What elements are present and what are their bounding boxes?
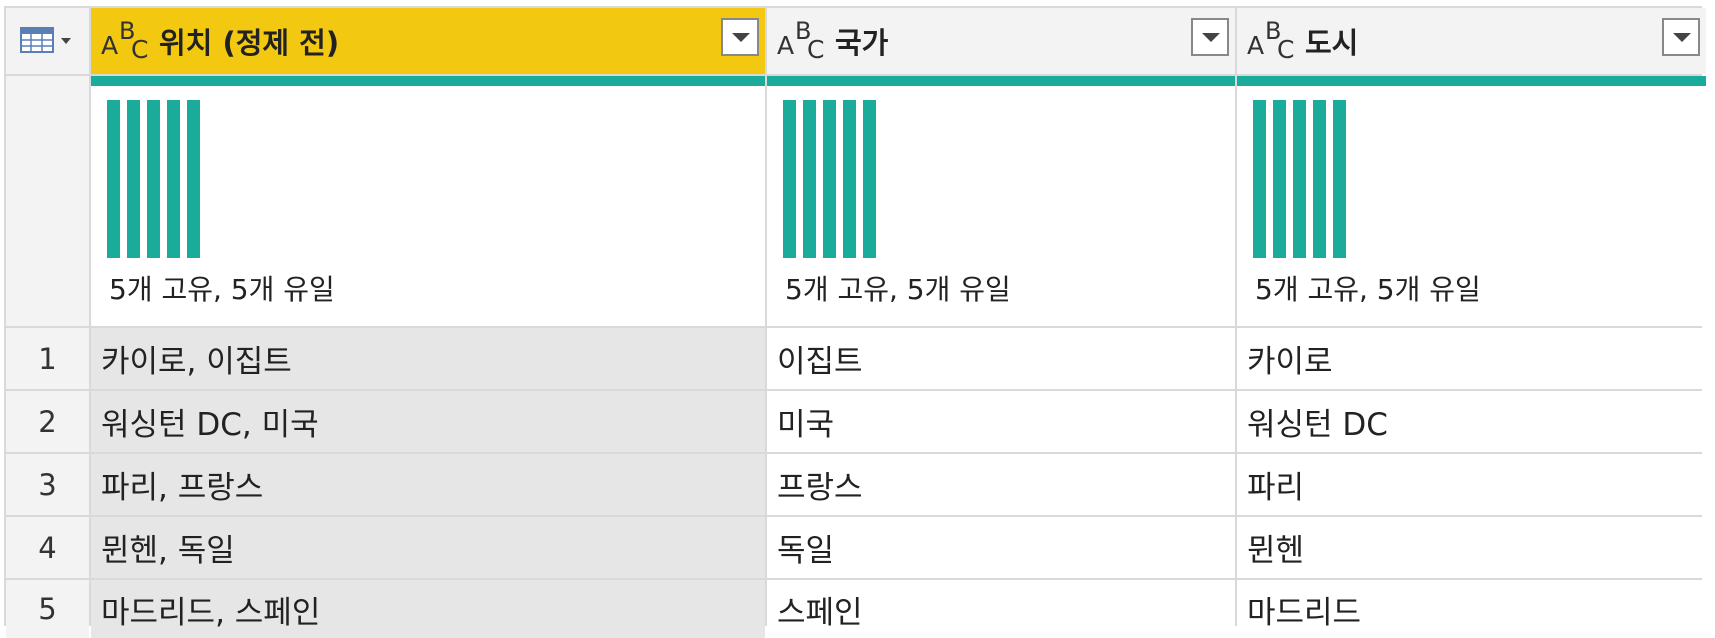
distribution-bar[interactable] (147, 100, 160, 258)
distribution-bar[interactable] (1253, 100, 1266, 258)
table-cell[interactable]: 워싱턴 DC (1237, 391, 1706, 452)
distribution-bar[interactable] (1333, 100, 1346, 258)
table-cell[interactable]: 마드리드 (1237, 580, 1706, 638)
table-cell[interactable]: 뮌헨 (1237, 517, 1706, 578)
table-cell[interactable]: 뮌헨, 독일 (91, 517, 765, 578)
column-quality-bar (91, 76, 765, 86)
distribution-bar[interactable] (803, 100, 816, 258)
column-header-city[interactable]: A B C 도시 (1237, 8, 1706, 74)
data-grid: A B C 위치 (정제 전) A B C 국가 A B C 도시 5개 고유,… (4, 6, 1706, 638)
column-quality-bar (1237, 76, 1706, 86)
distribution-bar[interactable] (863, 100, 876, 258)
row-number[interactable]: 4 (6, 517, 89, 578)
column-title: 위치 (정제 전) (159, 26, 340, 60)
row-number[interactable]: 2 (6, 391, 89, 452)
distribution-bar[interactable] (187, 100, 200, 258)
distribution-bar[interactable] (1273, 100, 1286, 258)
table-cell[interactable]: 카이로 (1237, 328, 1706, 389)
row-number[interactable]: 3 (6, 454, 89, 515)
column-header-location[interactable]: A B C 위치 (정제 전) (91, 8, 765, 74)
row-number[interactable]: 1 (6, 328, 89, 389)
column-profile-country: 5개 고유, 5개 유일 (767, 76, 1235, 326)
table-cell[interactable]: 미국 (767, 391, 1235, 452)
table-cell[interactable]: 파리 (1237, 454, 1706, 515)
column-title: 국가 (835, 26, 889, 60)
table-cell[interactable]: 파리, 프랑스 (91, 454, 765, 515)
text-type-icon[interactable]: A B C (99, 17, 151, 64)
value-distribution-chart[interactable] (1253, 100, 1346, 258)
table-cell[interactable]: 프랑스 (767, 454, 1235, 515)
distribution-summary: 5개 고유, 5개 유일 (1255, 273, 1481, 306)
table-cell[interactable]: 워싱턴 DC, 미국 (91, 391, 765, 452)
column-filter-button[interactable] (721, 18, 759, 56)
value-distribution-chart[interactable] (107, 100, 200, 258)
distribution-bar[interactable] (1313, 100, 1326, 258)
column-profile-location: 5개 고유, 5개 유일 (91, 76, 765, 326)
table-cell[interactable]: 이집트 (767, 328, 1235, 389)
column-filter-button[interactable] (1662, 18, 1700, 56)
table-cell[interactable]: 독일 (767, 517, 1235, 578)
column-header-country[interactable]: A B C 국가 (767, 8, 1235, 74)
distribution-bar[interactable] (823, 100, 836, 258)
table-cell[interactable]: 카이로, 이집트 (91, 328, 765, 389)
distribution-bar[interactable] (783, 100, 796, 258)
distribution-bar[interactable] (167, 100, 180, 258)
distribution-bar[interactable] (127, 100, 140, 258)
table-cell[interactable]: 스페인 (767, 580, 1235, 638)
table-cell[interactable]: 마드리드, 스페인 (91, 580, 765, 638)
distribution-bar[interactable] (1293, 100, 1306, 258)
profile-row-header (6, 76, 89, 326)
distribution-bar[interactable] (843, 100, 856, 258)
distribution-summary: 5개 고유, 5개 유일 (785, 273, 1011, 306)
distribution-summary: 5개 고유, 5개 유일 (109, 273, 335, 306)
column-profile-city: 5개 고유, 5개 유일 (1237, 76, 1706, 326)
column-title: 도시 (1305, 26, 1359, 60)
text-type-icon[interactable]: A B C (775, 17, 827, 64)
chevron-down-icon (61, 38, 71, 44)
column-filter-button[interactable] (1191, 18, 1229, 56)
row-number[interactable]: 5 (6, 580, 89, 638)
text-type-icon[interactable]: A B C (1245, 17, 1297, 64)
distribution-bar[interactable] (107, 100, 120, 258)
column-quality-bar (767, 76, 1235, 86)
value-distribution-chart[interactable] (783, 100, 876, 258)
table-menu-button[interactable] (6, 8, 89, 74)
table-icon (20, 27, 54, 53)
